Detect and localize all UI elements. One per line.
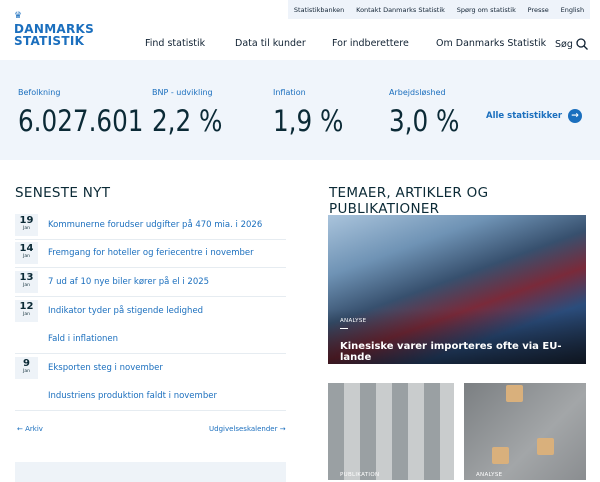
link-presse[interactable]: Presse (528, 6, 549, 14)
all-statistics-label: Alle statistikker (486, 111, 563, 121)
news-title[interactable]: Fald i inflationen (48, 334, 118, 344)
logo[interactable]: ♛ DANMARKS STATISTIK (14, 10, 94, 47)
news-item[interactable]: 13 Jan 7 ud af 10 nye biler kører på el i … (15, 268, 286, 297)
link-kontakt[interactable]: Kontakt Danmarks Statistik (356, 6, 445, 14)
stat-value[interactable]: 6.027.601 (18, 104, 143, 138)
stat-value[interactable]: 2,2 % (152, 104, 222, 138)
date-badge: 14 Jan (15, 242, 38, 265)
arrow-right-icon: → (568, 109, 583, 123)
news-title[interactable]: Fremgang for hoteller og feriecentre i n… (48, 248, 254, 258)
arrow-left-icon: ← (17, 425, 23, 433)
featured-article-card[interactable]: ANALYSE Kinesiske varer importeres ofte … (328, 215, 586, 364)
arrow-right-icon: → (279, 425, 286, 433)
stat-label: Arbejdsløshed (389, 88, 446, 97)
themes-heading: TEMAER, ARTIKLER OG PUBLIKATIONER (329, 185, 489, 217)
stat-label: Befolkning (18, 88, 61, 97)
date-badge: 9 Jan (15, 356, 38, 379)
link-statistikbanken[interactable]: Statistikbanken (294, 6, 344, 14)
news-item[interactable]: Fald i inflationen (15, 325, 286, 354)
article-tag: ANALYSE (340, 318, 367, 324)
nav-find-statistik[interactable]: Find statistik (145, 38, 205, 49)
date-badge: 12 Jan (15, 299, 38, 322)
tag-divider (340, 328, 348, 329)
date-badge: 19 Jan (15, 213, 38, 236)
stat-value[interactable]: 1,9 % (273, 104, 343, 138)
article-tag: ANALYSE (476, 472, 503, 478)
news-item[interactable]: 9 Jan Eksporten steg i november (15, 354, 286, 383)
news-title[interactable]: 7 ud af 10 nye biler kører på el i 2025 (48, 277, 209, 287)
news-title[interactable]: Eksporten steg i november (48, 363, 163, 373)
archive-label: Arkiv (25, 425, 43, 433)
date-badge: 13 Jan (15, 270, 38, 293)
article-tag: PUBLIKATION (340, 472, 380, 478)
nav-om-dst[interactable]: Om Danmarks Statistik (436, 38, 546, 49)
nav-data-til-kunder[interactable]: Data til kunder (235, 38, 306, 49)
stat-value[interactable]: 3,0 % (389, 104, 459, 138)
logo-line2: STATISTIK (14, 34, 85, 48)
analysis-card[interactable]: ANALYSE (464, 383, 586, 480)
news-title[interactable]: Indikator tyder på stigende ledighed (48, 306, 203, 316)
link-sporg[interactable]: Spørg om statistik (457, 6, 516, 14)
search-label: Søg (555, 38, 573, 50)
news-item[interactable]: 19 Jan Kommunerne forudser udgifter på 470… (15, 211, 286, 240)
archive-link[interactable]: ← Arkiv (17, 425, 43, 433)
article-title: Kinesiske varer importeres ofte via EU-l… (340, 341, 562, 363)
info-box (15, 462, 286, 482)
publication-card[interactable]: PUBLIKATION (328, 383, 454, 480)
news-item[interactable]: Industriens produktion faldt i november (15, 382, 286, 411)
latest-news-heading: SENESTE NYT (15, 185, 111, 201)
link-english[interactable]: English (561, 6, 584, 14)
search-icon (576, 38, 588, 50)
utility-bar: Statistikbanken Kontakt Danmarks Statist… (288, 0, 590, 19)
nav-for-indberettere[interactable]: For indberettere (332, 38, 409, 49)
news-list: 19 Jan Kommunerne forudser udgifter på 470… (15, 211, 286, 411)
news-item[interactable]: 14 Jan Fremgang for hoteller og feriecentr… (15, 240, 286, 268)
crown-icon: ♛ (14, 11, 23, 21)
news-title[interactable]: Kommunerne forudser udgifter på 470 mia.… (48, 220, 262, 230)
search-button[interactable]: Søg (555, 38, 588, 50)
stat-label: Inflation (273, 88, 306, 97)
release-calendar-link[interactable]: Udgivelseskalender → (209, 425, 286, 433)
calendar-label: Udgivelseskalender (209, 425, 278, 433)
news-item[interactable]: 12 Jan Indikator tyder på stigende ledighe… (15, 297, 286, 326)
stat-label: BNP - udvikling (152, 88, 213, 97)
news-title[interactable]: Industriens produktion faldt i november (48, 391, 217, 401)
all-statistics-link[interactable]: Alle statistikker → (486, 109, 583, 123)
